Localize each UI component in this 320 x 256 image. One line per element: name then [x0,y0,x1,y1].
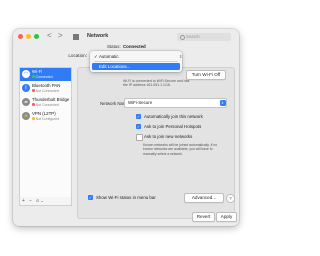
sidebar-item-status: Not Connected [32,89,59,93]
status-value: Connected [123,44,146,49]
auto-join-label: Automatically join this network [144,114,203,119]
search-placeholder: Search [186,34,200,39]
search-field[interactable]: Search [177,33,231,41]
menu-item-edit-locations[interactable]: Edit Locations... [92,62,180,70]
title-bar: < > Network Search [13,29,239,44]
network-name-value: WiFi-Secure [128,100,153,105]
actions-menu-button[interactable]: ⊙ ⌄ [36,197,44,205]
ask-join-hint: Known networks will be joined automatica… [143,143,218,156]
bluetooth-icon: ᛒ [22,84,30,92]
sidebar-item-wifi[interactable]: ◠ Wi-Fi Connected [20,68,71,81]
thunderbolt-bridge-icon: ⇄ [22,98,30,106]
advanced-button[interactable]: Advanced... [184,193,224,203]
status-description: Wi-Fi is connected to WiFi-Secure and ha… [123,79,190,88]
apply-button[interactable]: Apply [216,212,237,222]
remove-service-button[interactable]: − [29,197,32,205]
sidebar-item-vpn[interactable]: 🔒 VPN (L2TP) Not Configured [20,110,71,123]
sidebar-item-status: Not Connected [32,103,59,107]
window-title: Network [87,33,109,39]
menu-item-automatic[interactable]: ✓ Automatic [92,53,180,61]
location-label: Location: [68,53,87,58]
back-button[interactable]: < [47,31,52,41]
service-list-toolbar: + − ⊙ ⌄ [19,197,72,206]
service-list: ◠ Wi-Fi Connected ᛒ Bluetooth PAN Not Co… [19,67,72,198]
ask-hotspots-label: Ask to join Personal Hotspots [144,124,202,129]
zoom-window-button[interactable] [34,34,39,39]
minimize-window-button[interactable] [26,34,31,39]
network-name-select[interactable]: WiFi-Secure ⇕ [124,98,227,108]
show-in-menu-bar-label: Show Wi-Fi status in menu bar [96,195,156,200]
menu-item-label: Automatic [99,53,119,59]
help-button[interactable]: ? [226,194,235,203]
sidebar-item-bluetooth-pan[interactable]: ᛒ Bluetooth PAN Not Connected [20,82,71,95]
sidebar-item-thunderbolt-bridge[interactable]: ⇄ Thunderbolt Bridge Not Connected [20,96,71,109]
auto-join-checkbox[interactable]: ✓ [136,114,141,119]
add-service-button[interactable]: + [22,197,25,205]
sidebar-item-label: Bluetooth PAN [32,83,61,88]
sidebar-item-status: Not Configured [32,117,59,121]
ask-hotspots-checkbox[interactable]: ✓ [136,124,141,129]
revert-button[interactable]: Revert [192,212,215,222]
menu-item-label: Edit Locations... [99,63,131,69]
forward-button[interactable]: > [58,31,63,41]
show-in-menu-bar-checkbox[interactable]: ✓ [88,195,93,200]
menu-separator [94,60,178,61]
location-menu: ✓ Automatic Edit Locations... [90,51,182,72]
status-dot-icon [32,89,35,92]
ask-new-networks-checkbox[interactable] [136,134,143,141]
status-dot-icon [32,117,35,120]
sidebar-item-label: Wi-Fi [32,69,43,74]
ask-new-networks-label: Ask to join new networks [144,134,193,139]
chevron-updown-icon: ⇕ [219,99,226,106]
close-window-button[interactable] [18,34,23,39]
status-label: Status: [107,44,121,49]
wifi-icon: ◠ [22,70,30,78]
sidebar-item-label: Thunderbolt Bridge [32,97,70,102]
checkmark-icon: ✓ [94,53,98,59]
show-all-grid-icon[interactable] [73,34,80,40]
vpn-icon: 🔒 [22,112,30,120]
status-dot-icon [32,75,35,78]
status-dot-icon [32,103,35,106]
sidebar-item-label: VPN (L2TP) [32,111,56,116]
chevron-updown-icon: ⇕ [179,54,183,59]
search-icon [180,34,185,40]
sidebar-item-status: Connected [32,75,53,79]
